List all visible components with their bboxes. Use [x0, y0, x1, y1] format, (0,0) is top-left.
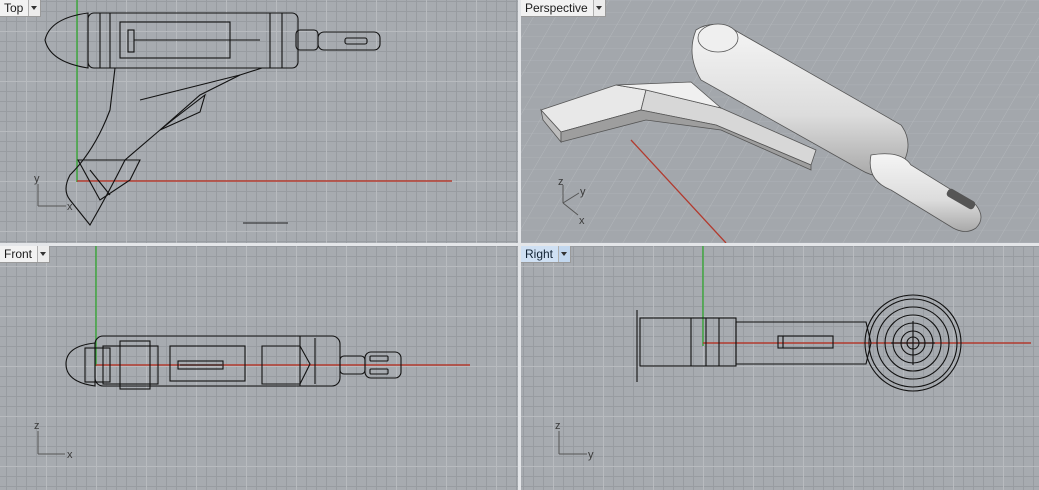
perspective-z-axis-label: z — [558, 176, 564, 188]
viewport-front[interactable]: z x Front — [0, 246, 518, 490]
chevron-down-icon[interactable] — [558, 246, 571, 262]
viewport-title-top: Top — [4, 1, 24, 15]
perspective-view-render: z y x — [521, 0, 1039, 243]
viewport-tab-perspective[interactable]: Perspective — [521, 0, 606, 17]
right-y-axis-label: y — [588, 449, 594, 461]
chevron-down-icon[interactable] — [28, 0, 41, 16]
viewport-tab-front[interactable]: Front — [0, 246, 51, 263]
top-view-wireframe: y x — [34, 0, 452, 226]
perspective-y-axis-label: y — [580, 186, 586, 198]
viewport-tab-top[interactable]: Top — [0, 0, 42, 17]
front-x-axis-label: x — [67, 449, 73, 461]
top-x-axis-label: x — [67, 201, 73, 213]
viewport-perspective[interactable]: z y x Perspective — [521, 0, 1039, 243]
viewport-top[interactable]: y x Top — [0, 0, 518, 243]
right-view-wireframe: z y — [555, 246, 1031, 461]
front-z-axis-label: z — [34, 420, 40, 432]
front-axis-indicator: z x — [34, 420, 73, 461]
top-axis-indicator: y x — [34, 173, 73, 213]
front-view-wireframe: z x — [34, 246, 470, 461]
viewport-title-front: Front — [4, 247, 33, 261]
right-axis-indicator: z y — [555, 420, 594, 461]
viewport-tab-right[interactable]: Right — [521, 246, 572, 263]
chevron-down-icon[interactable] — [37, 246, 50, 262]
viewport-title-perspective: Perspective — [525, 1, 588, 15]
viewport-title-right: Right — [525, 247, 554, 261]
perspective-x-axis-label: x — [579, 215, 585, 227]
top-y-axis-label: y — [34, 173, 40, 185]
right-z-axis-label: z — [555, 420, 561, 432]
chevron-down-icon[interactable] — [592, 0, 605, 16]
viewport-right[interactable]: z y Right — [521, 246, 1039, 490]
